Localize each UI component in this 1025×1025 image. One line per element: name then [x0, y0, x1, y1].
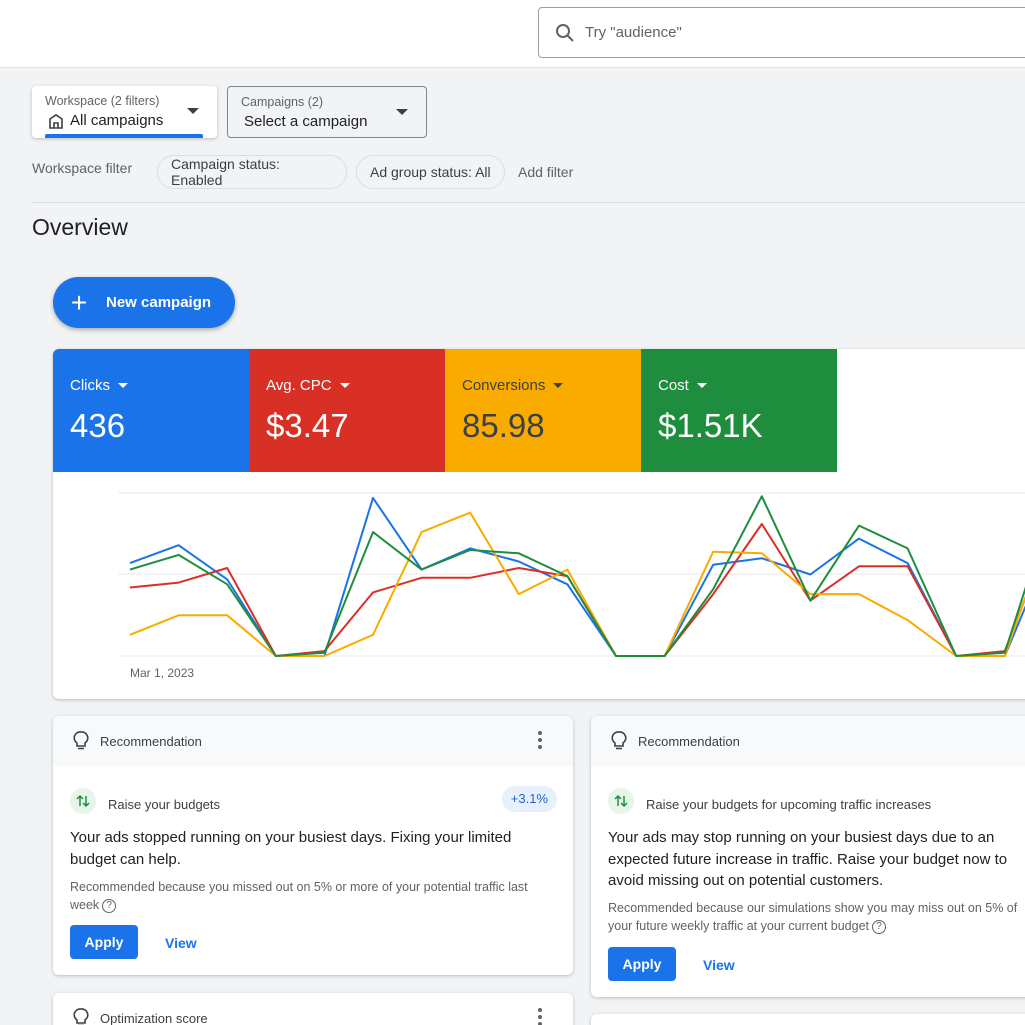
workspace-picker-value: All campaigns — [70, 112, 164, 129]
lightbulb-icon — [73, 731, 89, 750]
help-icon[interactable]: ? — [872, 919, 887, 934]
card-header: Recommendation — [591, 716, 1025, 766]
line-chart — [118, 492, 1025, 657]
metric-name-row: Cost — [658, 377, 707, 394]
metric-value: 85.98 — [462, 407, 545, 444]
metric-tile-avg-cpc[interactable]: Avg. CPC $3.47 — [249, 349, 445, 472]
uplift-badge: +3.1% — [501, 786, 557, 812]
metric-tile-clicks[interactable]: Clicks 436 — [53, 349, 249, 472]
dropdown-caret-icon — [553, 383, 564, 388]
selected-indicator — [45, 134, 203, 138]
workspace-picker[interactable]: Workspace (2 filters) All campaigns — [32, 86, 217, 138]
reason-text: Recommended because you missed out on 5%… — [70, 880, 528, 912]
metric-name-row: Avg. CPC — [266, 377, 350, 394]
recommendation-subtitle: Raise your budgets — [108, 797, 221, 812]
card-header-title: Recommendation — [100, 734, 202, 749]
card-header-title: Recommendation — [638, 734, 740, 749]
card-header: Recommendation — [53, 716, 573, 766]
metric-value: $3.47 — [266, 407, 349, 444]
recommendation-reason: Recommended because you missed out on 5%… — [70, 878, 560, 914]
ad-group-status-chip[interactable]: Ad group status: All — [356, 155, 505, 189]
metric-tile-conversions[interactable]: Conversions 85.98 — [445, 349, 641, 472]
search-input[interactable] — [585, 24, 985, 41]
view-link[interactable]: View — [703, 957, 735, 973]
performance-chart-card: Clicks 436 Avg. CPC $3.47 Conversions 85… — [53, 349, 1025, 699]
chevron-down-icon — [187, 108, 199, 114]
workspace-picker-label: Workspace (2 filters) — [45, 94, 160, 108]
apply-button[interactable]: Apply — [608, 947, 676, 981]
lightbulb-icon — [611, 731, 627, 750]
add-filter-button[interactable]: Add filter — [518, 164, 573, 180]
divider — [32, 202, 1025, 203]
metric-name: Avg. CPC — [266, 377, 332, 394]
lightbulb-icon — [73, 1008, 89, 1025]
series-line — [129, 495, 1025, 657]
metric-value: $1.51K — [658, 407, 763, 444]
campaign-picker-label: Campaigns (2) — [241, 95, 323, 109]
search-icon — [556, 23, 574, 42]
view-link[interactable]: View — [165, 935, 197, 951]
series-line — [129, 496, 1025, 657]
campaign-picker[interactable]: Campaigns (2) Select a campaign — [227, 86, 427, 138]
dropdown-caret-icon — [339, 383, 350, 388]
card-header-title: Optimization score — [100, 1011, 208, 1025]
swap-arrows-icon — [70, 788, 96, 814]
metric-name: Clicks — [70, 377, 110, 394]
recommendation-card: Recommendation Raise your budgets for up… — [591, 716, 1025, 997]
partial-card — [591, 1014, 1025, 1025]
workspace-filter-label: Workspace filter — [32, 160, 133, 176]
new-campaign-label: New campaign — [106, 294, 212, 311]
swap-arrows-icon — [608, 788, 634, 814]
top-bar — [0, 0, 1025, 68]
metric-name: Conversions — [462, 377, 546, 394]
metric-value: 436 — [70, 407, 126, 444]
building-icon — [49, 113, 63, 129]
plus-icon: + — [70, 286, 88, 318]
search-box[interactable] — [538, 7, 1025, 58]
campaign-picker-value: Select a campaign — [244, 113, 368, 130]
new-campaign-button[interactable]: + New campaign — [53, 277, 235, 328]
recommendation-subtitle: Raise your budgets for upcoming traffic … — [646, 797, 932, 812]
recommendation-title: Your ads may stop running on your busies… — [608, 829, 1008, 889]
dropdown-caret-icon — [118, 383, 128, 388]
recommendation-title: Your ads stopped running on your busiest… — [70, 829, 512, 868]
metric-tile-cost[interactable]: Cost $1.51K — [641, 349, 837, 472]
metric-name-row: Clicks — [70, 377, 128, 394]
more-vert-icon[interactable] — [537, 1008, 543, 1025]
metric-name: Cost — [658, 377, 689, 394]
recommendation-card: Recommendation Raise your budgets +3.1% … — [53, 716, 573, 975]
campaign-status-chip[interactable]: Campaign status: Enabled — [157, 155, 347, 189]
page-title: Overview — [32, 214, 128, 240]
dropdown-caret-icon — [696, 383, 707, 388]
reason-text: Recommended because our simulations show… — [608, 901, 1018, 933]
help-icon[interactable]: ? — [102, 898, 117, 913]
apply-button[interactable]: Apply — [70, 925, 138, 959]
x-axis-start-label: Mar 1, 2023 — [130, 666, 195, 680]
workspace-picker-value-row: All campaigns — [48, 112, 163, 129]
more-vert-icon[interactable] — [537, 731, 543, 751]
metric-name-row: Conversions — [462, 377, 564, 394]
chevron-down-icon — [396, 109, 408, 115]
series-line — [129, 523, 1025, 657]
optimization-score-card: Optimization score — [53, 993, 573, 1025]
card-header: Optimization score — [53, 993, 573, 1025]
recommendation-reason: Recommended because our simulations show… — [608, 899, 1025, 935]
